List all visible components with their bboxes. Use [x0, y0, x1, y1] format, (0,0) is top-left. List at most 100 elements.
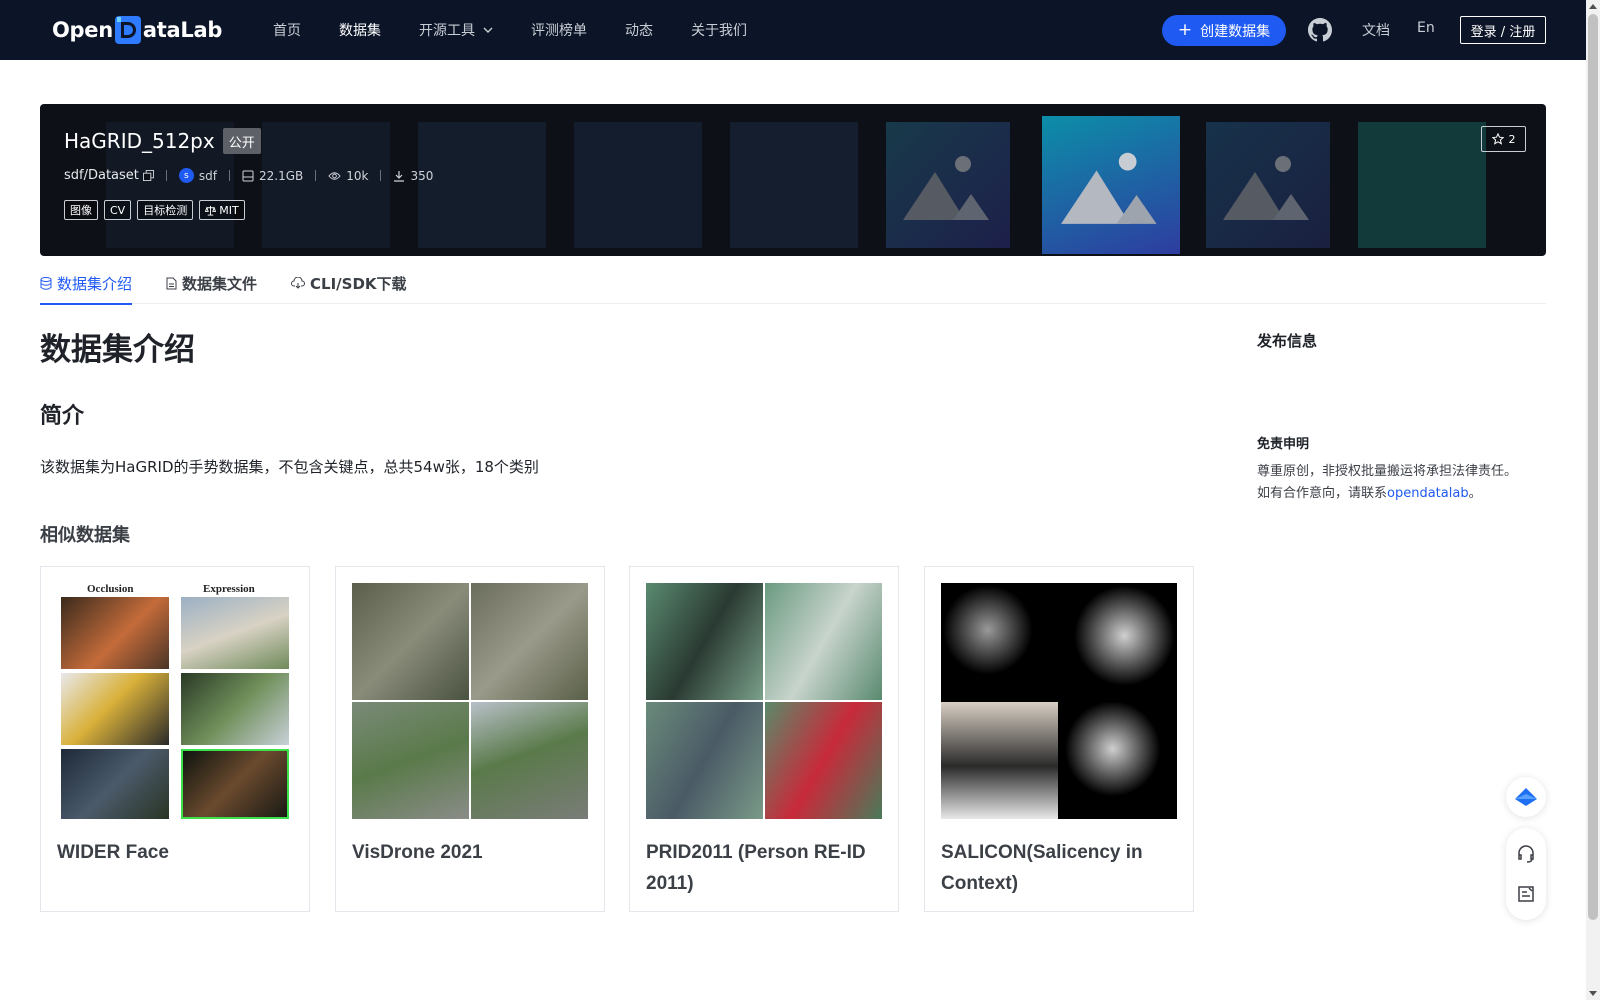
dataset-cover-image: [646, 583, 882, 819]
preview-thumbnail: [730, 122, 858, 248]
image-placeholder-icon: [1061, 152, 1157, 224]
saliency-map: [1060, 702, 1177, 819]
download-icon: [394, 170, 405, 182]
dataset-card-title: VisDrone 2021: [352, 842, 483, 863]
similar-dataset-card[interactable]: PRID2011 (Person RE-ID 2011): [629, 566, 899, 912]
logo-text-datalab: ataLab: [142, 18, 223, 42]
dataset-author[interactable]: s sdf: [178, 168, 217, 183]
dataset-downloads-value: 350: [410, 168, 434, 183]
image-placeholder-icon: [1223, 156, 1309, 220]
disclaimer-contact-prefix: 如有合作意向，请联系: [1257, 486, 1388, 501]
tab-cli-sdk-download[interactable]: CLI/SDK下载: [291, 262, 407, 304]
tab-dataset-files[interactable]: 数据集文件: [166, 262, 257, 304]
preview-thumbnail: [418, 122, 546, 248]
tag-object-detection[interactable]: 目标检测: [137, 200, 194, 220]
logo-text-open: Open: [52, 18, 113, 42]
chevron-down-icon: [483, 27, 493, 33]
dataset-path[interactable]: sdf/Dataset: [64, 168, 154, 183]
dataset-size: 22.1GB: [242, 169, 303, 183]
tab-cli-sdk-download-label: CLI/SDK下载: [310, 274, 407, 293]
dataset-path-text: sdf/Dataset: [64, 168, 139, 183]
dataset-hero-banner: HaGRID_512px 公开 sdf/Dataset s sdf 22.1GB…: [40, 104, 1546, 256]
section-title-summary: 简介: [40, 404, 85, 429]
login-register-button[interactable]: 登录 / 注册: [1460, 16, 1546, 44]
face-photo: [61, 749, 169, 819]
dataset-downloads: 350: [393, 169, 433, 183]
disclaimer-contact-suffix: 。: [1468, 486, 1482, 501]
feedback-icon[interactable]: [1516, 884, 1536, 904]
eye-icon: [328, 171, 341, 180]
disclaimer-title: 免责申明: [1257, 437, 1310, 452]
cover-label-occlusion: Occlusion: [87, 583, 134, 595]
nav-about[interactable]: 关于我们: [691, 20, 747, 40]
preview-thumbnail: [1206, 122, 1330, 248]
saliency-map: [1060, 583, 1177, 700]
logo-d-icon: [114, 16, 141, 44]
create-dataset-button[interactable]: + 创建数据集: [1162, 15, 1286, 46]
face-photo: [181, 749, 289, 819]
disclaimer-line-2: 如有合作意向，请联系opendatalab。: [1257, 483, 1547, 505]
license-tag[interactable]: MIT: [199, 200, 245, 220]
dataset-card-title: WIDER Face: [57, 842, 169, 863]
tab-dataset-intro[interactable]: 数据集介绍: [40, 262, 133, 305]
kitchen-photo: [941, 702, 1058, 819]
disclaimer-line-1: 尊重原创，非授权批量搬运将承担法律责任。: [1257, 464, 1518, 479]
saliency-map: [941, 583, 1058, 700]
floating-assistant-button[interactable]: [1506, 777, 1546, 817]
preview-thumbnail: [1358, 122, 1486, 248]
nav-datasets[interactable]: 数据集: [339, 20, 381, 40]
nav-leaderboard[interactable]: 评测榜单: [531, 20, 587, 40]
top-navbar: Open ataLab 首页 数据集 开源工具 评测榜单 动态 关于我们 + 创…: [0, 0, 1586, 60]
tag-image[interactable]: 图像: [64, 200, 98, 220]
dataset-description: 该数据集为HaGRID的手势数据集，不包含关键点，总共54w张，18个类别: [40, 458, 539, 476]
star-count: 2: [1508, 132, 1516, 146]
storage-icon: [242, 170, 254, 181]
divider: [380, 170, 382, 181]
nav-news[interactable]: 动态: [625, 20, 653, 40]
dataset-cover-image: [352, 583, 588, 819]
drone-photo: [352, 583, 469, 700]
star-button[interactable]: 2: [1481, 126, 1526, 152]
nav-open-tools-label: 开源工具: [419, 23, 475, 39]
face-photo: [181, 673, 289, 745]
preview-thumbnail-active[interactable]: [1042, 116, 1180, 254]
dataset-views-value: 10k: [346, 168, 369, 183]
cover-label-expression: Expression: [203, 583, 255, 595]
divider: [228, 170, 230, 181]
person-photo: [765, 702, 882, 819]
language-switch[interactable]: En: [1417, 20, 1435, 36]
dataset-tabs: 数据集介绍 数据集文件 CLI/SDK下载: [40, 262, 1546, 305]
similar-dataset-card[interactable]: VisDrone 2021: [335, 566, 605, 912]
scrollbar-thumb[interactable]: [1588, 14, 1598, 920]
preview-thumbnail: [886, 122, 1010, 248]
image-placeholder-icon: [903, 156, 989, 220]
dataset-card-title: SALICON(Salicency in Context): [941, 842, 1143, 894]
opendatalab-link[interactable]: opendatalab: [1387, 486, 1469, 501]
page-title: 数据集介绍: [40, 332, 195, 368]
create-dataset-label: 创建数据集: [1200, 23, 1271, 40]
paper-plane-icon: [1515, 788, 1537, 806]
scroll-up-arrow-icon[interactable]: [1589, 3, 1597, 11]
tab-dataset-files-label: 数据集文件: [182, 274, 258, 293]
scroll-down-arrow-icon[interactable]: [1589, 989, 1597, 997]
tag-cv[interactable]: CV: [104, 200, 132, 220]
dataset-size-value: 22.1GB: [258, 168, 304, 183]
face-photo: [61, 597, 169, 669]
opendatalab-logo[interactable]: Open ataLab: [52, 14, 222, 46]
divider: [165, 170, 167, 181]
author-avatar: s: [178, 168, 194, 183]
nav-home[interactable]: 首页: [273, 20, 301, 40]
github-icon[interactable]: [1308, 18, 1332, 42]
publish-info-title: 发布信息: [1257, 332, 1318, 350]
face-photo: [61, 673, 169, 745]
similar-dataset-card[interactable]: SALICON(Salicency in Context): [924, 566, 1194, 912]
floating-tools: [1506, 828, 1546, 920]
similar-dataset-card[interactable]: Occlusion Expression WIDER Face: [40, 566, 310, 912]
author-name: sdf: [198, 168, 217, 183]
headset-icon[interactable]: [1516, 844, 1536, 864]
license-name: MIT: [219, 203, 239, 217]
divider: [315, 170, 317, 181]
docs-link[interactable]: 文档: [1362, 20, 1390, 40]
copy-icon[interactable]: [142, 170, 154, 181]
nav-open-tools[interactable]: 开源工具: [419, 20, 493, 40]
